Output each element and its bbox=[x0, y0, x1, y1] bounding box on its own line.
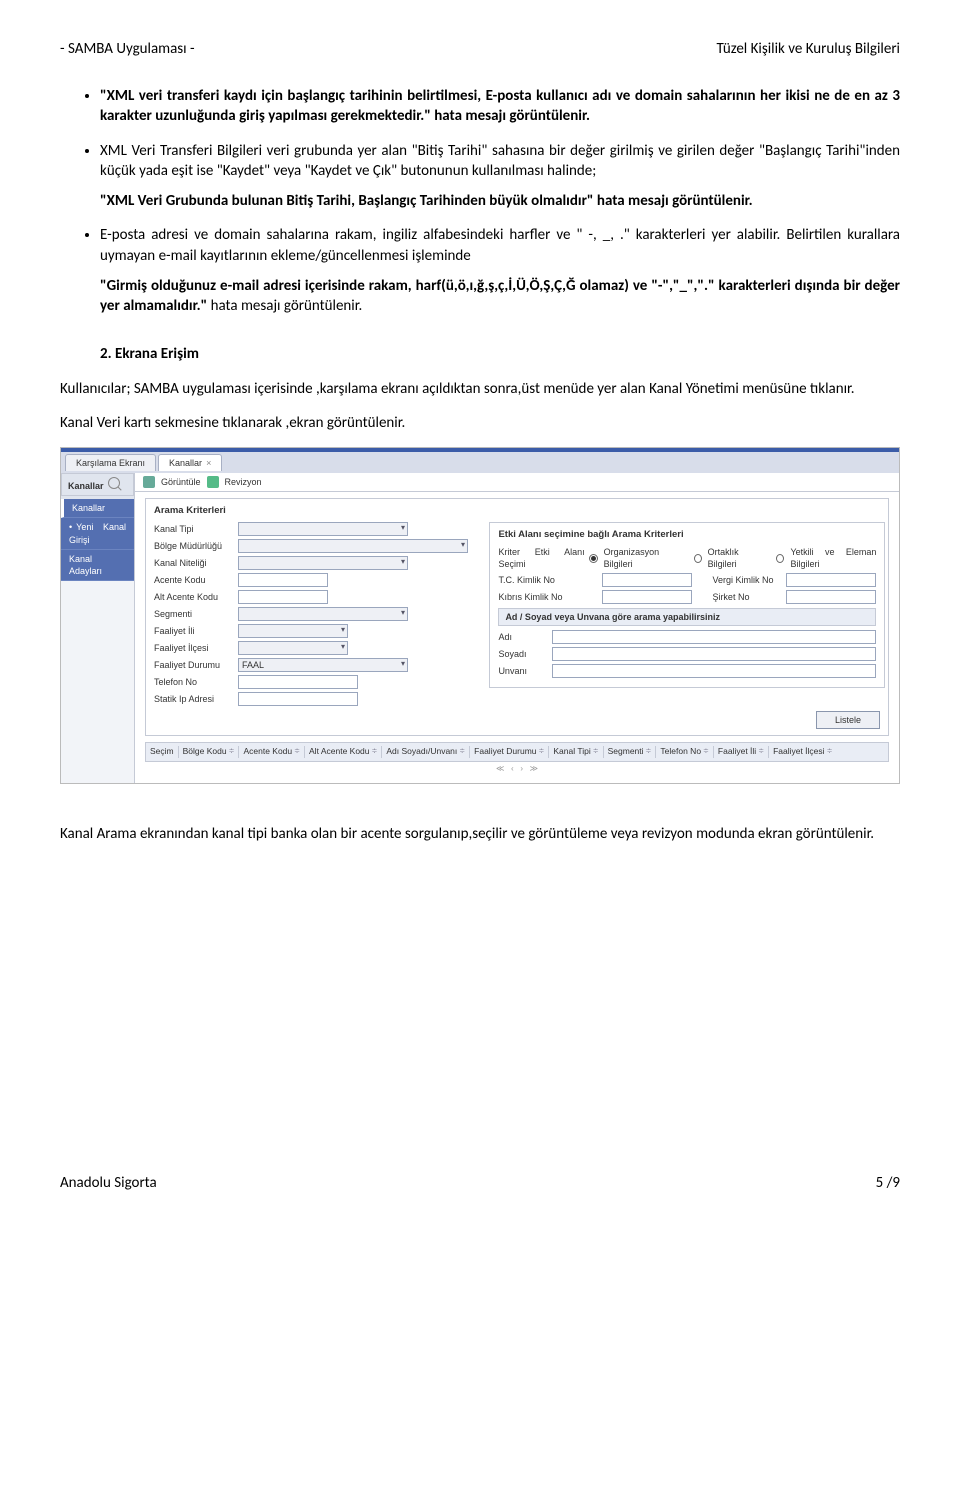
section-2-title: 2. Ekrana Erişim bbox=[100, 344, 900, 364]
th-fil[interactable]: Faaliyet İli≑ bbox=[718, 746, 769, 757]
sel-kanal-tipi[interactable] bbox=[238, 522, 408, 536]
view-icon[interactable] bbox=[143, 476, 155, 488]
bullet-3a: E-posta adresi ve domain sahalarına raka… bbox=[100, 226, 900, 264]
toolbar-view[interactable]: Görüntüle bbox=[161, 476, 201, 488]
sel-fdurum[interactable]: FAAL bbox=[238, 658, 408, 672]
tab-welcome[interactable]: Karşılama Ekranı bbox=[65, 454, 156, 471]
th-faaliyet[interactable]: Faaliyet Durumu≑ bbox=[474, 746, 549, 757]
footer-right: 5 /9 bbox=[876, 1174, 900, 1192]
lbl-r3: Yetkili ve Eleman Bilgileri bbox=[790, 546, 876, 570]
lbl-r2: Ortaklık Bilgileri bbox=[708, 546, 762, 570]
footer-left: Anadolu Sigorta bbox=[60, 1174, 157, 1192]
para-1: Kullanıcılar; SAMBA uygulaması içerisind… bbox=[60, 379, 900, 399]
th-filce[interactable]: Faaliyet İlçesi≑ bbox=[773, 746, 836, 757]
lbl-ip: Statik Ip Adresi bbox=[154, 693, 234, 705]
listele-button[interactable]: Listele bbox=[816, 711, 880, 729]
sidebar: Kanallar Kanallar •Yeni Kanal Girişi Kan… bbox=[61, 473, 135, 782]
toolbar-revision[interactable]: Revizyon bbox=[225, 476, 262, 488]
tab-kanallar[interactable]: Kanallar× bbox=[158, 454, 222, 471]
radio-ortaklik[interactable] bbox=[694, 554, 702, 563]
inp-tel[interactable] bbox=[238, 675, 358, 689]
inp-sirket[interactable] bbox=[786, 590, 876, 604]
th-altacente[interactable]: Alt Acente Kodu≑ bbox=[309, 746, 382, 757]
th-adi[interactable]: Adı Soyadı/Unvanı≑ bbox=[386, 746, 470, 757]
th-seg[interactable]: Segmenti≑ bbox=[608, 746, 657, 757]
sidebar-item-yeni[interactable]: •Yeni Kanal Girişi bbox=[61, 518, 134, 549]
th-bolge[interactable]: Bölge Kodu≑ bbox=[183, 746, 240, 757]
revision-icon[interactable] bbox=[207, 476, 219, 488]
lbl-kibris: Kıbrıs Kimlik No bbox=[498, 591, 598, 603]
inp-unvani[interactable] bbox=[552, 664, 876, 678]
lbl-akodu: Acente Kodu bbox=[154, 574, 234, 586]
th-tel[interactable]: Telefon No≑ bbox=[660, 746, 714, 757]
lbl-adi: Adı bbox=[498, 631, 548, 643]
lbl-fil: Faaliyet İli bbox=[154, 625, 234, 637]
th-secim[interactable]: Seçim bbox=[150, 746, 179, 757]
subheader-ad: Ad / Soyad veya Unvana göre arama yapabi… bbox=[498, 608, 876, 626]
sel-filce[interactable] bbox=[238, 641, 348, 655]
lbl-r1: Organizasyon Bilgileri bbox=[604, 546, 679, 570]
inp-soyadi[interactable] bbox=[552, 647, 876, 661]
bullet-2-sub: "XML Veri Grubunda bulunan Bitiş Tarihi,… bbox=[100, 191, 900, 211]
lbl-altkodu: Alt Acente Kodu bbox=[154, 591, 234, 603]
sel-bolge[interactable] bbox=[238, 539, 468, 553]
lbl-tc: T.C. Kimlik No bbox=[498, 574, 598, 586]
lbl-kriter: Kriter Etki Alanı Seçimi bbox=[498, 546, 584, 570]
para-2: Kanal Veri kartı sekmesine tıklanarak ,e… bbox=[60, 413, 900, 433]
close-icon[interactable]: × bbox=[206, 458, 211, 468]
inp-altkodu[interactable] bbox=[238, 590, 328, 604]
app-screenshot: Karşılama Ekranı Kanallar× Kanallar Kana… bbox=[60, 447, 900, 784]
table-header: Seçim Bölge Kodu≑ Acente Kodu≑ Alt Acent… bbox=[145, 742, 889, 761]
para-3: Kanal Arama ekranından kanal tipi banka … bbox=[60, 824, 900, 844]
lbl-nitelik: Kanal Niteliği bbox=[154, 557, 234, 569]
th-kanaltipi[interactable]: Kanal Tipi≑ bbox=[553, 746, 603, 757]
sel-nitelik[interactable] bbox=[238, 556, 408, 570]
lbl-seg: Segmenti bbox=[154, 608, 234, 620]
search-icon[interactable] bbox=[108, 477, 120, 489]
sel-seg[interactable] bbox=[238, 607, 408, 621]
inp-ip[interactable] bbox=[238, 692, 358, 706]
lbl-tel: Telefon No bbox=[154, 676, 234, 688]
sel-fil[interactable] bbox=[238, 624, 348, 638]
lbl-unvani: Unvanı bbox=[498, 665, 548, 677]
lbl-filce: Faaliyet İlçesi bbox=[154, 642, 234, 654]
radio-yetkili[interactable] bbox=[776, 554, 784, 563]
radio-org[interactable] bbox=[589, 554, 598, 563]
panel-etki-title: Etki Alanı seçimine bağlı Arama Kriterle… bbox=[498, 529, 876, 542]
inp-adi[interactable] bbox=[552, 630, 876, 644]
bullet-1: "XML veri transferi kaydı için başlangıç… bbox=[100, 87, 900, 125]
header-right: Tüzel Kişilik ve Kuruluş Bilgileri bbox=[716, 40, 900, 58]
lbl-vergi: Vergi Kimlik No bbox=[712, 574, 782, 586]
inp-akodu[interactable] bbox=[238, 573, 328, 587]
lbl-bolge: Bölge Müdürlüğü bbox=[154, 540, 234, 552]
th-acente[interactable]: Acente Kodu≑ bbox=[243, 746, 305, 757]
sidebar-item-kanallar[interactable]: Kanallar bbox=[61, 499, 134, 518]
inp-tc[interactable] bbox=[602, 573, 692, 587]
panel-arama-title: Arama Kriterleri bbox=[154, 505, 880, 518]
lbl-soyadi: Soyadı bbox=[498, 648, 548, 660]
inp-kibris[interactable] bbox=[602, 590, 692, 604]
lbl-kanal-tipi: Kanal Tipi bbox=[154, 523, 234, 535]
header-left: - SAMBA Uygulaması - bbox=[60, 40, 195, 58]
document-body: "XML veri transferi kaydı için başlangıç… bbox=[60, 86, 900, 844]
bullet-3b: "Girmiş olduğunuz e-mail adresi içerisin… bbox=[100, 276, 900, 317]
lbl-fdurum: Faaliyet Durumu bbox=[154, 659, 234, 671]
inp-vergi[interactable] bbox=[786, 573, 876, 587]
pager[interactable]: ≪ ‹ › ≫ bbox=[145, 762, 889, 777]
bullet-2: XML Veri Transferi Bilgileri veri grubun… bbox=[100, 142, 900, 180]
lbl-sirket: Şirket No bbox=[712, 591, 782, 603]
sidebar-item-adaylari[interactable]: Kanal Adayları bbox=[61, 550, 134, 581]
